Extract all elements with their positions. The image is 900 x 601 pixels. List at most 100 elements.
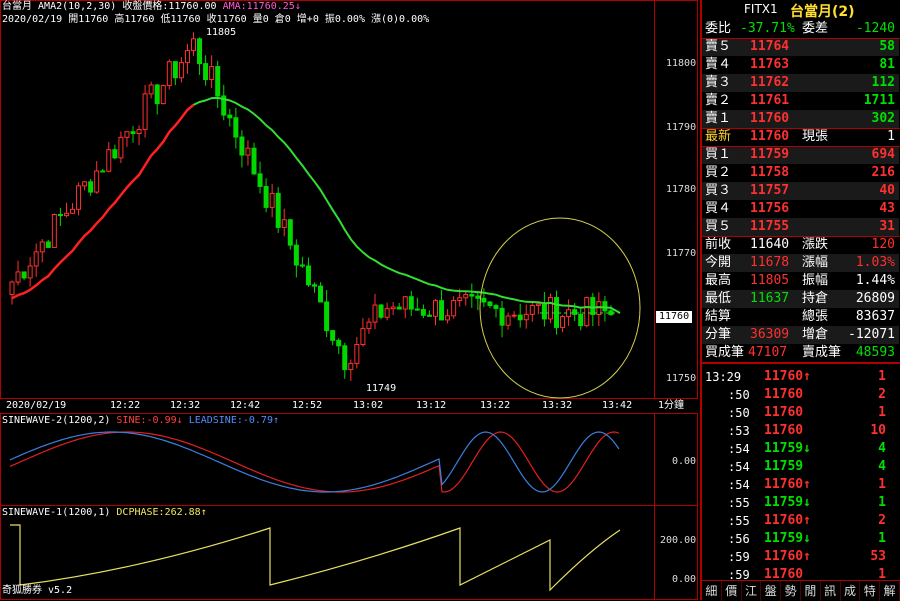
candle-body: [463, 294, 469, 299]
sine1-label: SINEWAVE-1(1200,1): [2, 507, 111, 518]
y-tick: 11750: [666, 373, 697, 384]
tick-volume: 53: [870, 549, 886, 564]
close-label: 收盤價格:11760.00: [122, 1, 217, 12]
row-price: 11761: [750, 93, 790, 108]
stats-row: 前收 11640 漲跌 120: [702, 236, 899, 254]
buy-count-label: 買成筆: [705, 345, 745, 360]
stat-value: 26809: [855, 291, 895, 306]
tick-volume: 10: [870, 423, 886, 438]
weibi-label: 委比: [705, 21, 732, 36]
bottom-tab[interactable]: 解: [880, 581, 900, 601]
candle-body: [554, 297, 559, 328]
row-price: 11763: [750, 57, 790, 72]
candle-body: [269, 192, 275, 208]
stat-value: 83637: [855, 309, 895, 324]
stat-label: 分筆: [705, 327, 732, 342]
bid-row: 買５ 11755 31: [702, 218, 899, 236]
row-price: 11759: [750, 147, 790, 162]
candle-body: [142, 93, 148, 131]
stats-row: 結算 總張 83637: [702, 308, 899, 326]
tick-row: :59 11760↑ 53: [702, 548, 900, 566]
bottom-tab[interactable]: 盤: [761, 581, 782, 601]
candle-body: [330, 330, 336, 341]
candle-body: [293, 244, 299, 266]
row-price: 11764: [750, 39, 790, 54]
chart-area: 台當月 AMA2(10,2,30) 收盤價格:11760.00 AMA:1176…: [0, 0, 698, 600]
row-price: 11762: [750, 75, 790, 90]
candle-body: [505, 315, 511, 326]
candle-body: [420, 309, 426, 316]
x-tick: 12:42: [230, 400, 261, 411]
candle-body: [172, 61, 178, 79]
price-frame: [0, 0, 655, 399]
tick-row: :50 11760 1: [702, 404, 900, 422]
tick-row: :54 11759↓ 4: [702, 440, 900, 458]
contract-code: FITX1: [744, 2, 778, 16]
tick-price: 11760↑: [764, 513, 811, 528]
candle-body: [439, 300, 445, 321]
tick-price: 11759↓: [764, 495, 811, 510]
candle-body: [215, 66, 221, 97]
stat-value: 36309: [750, 327, 790, 342]
bottom-tab[interactable]: 訊: [821, 581, 841, 601]
row-price: 11755: [750, 219, 790, 234]
bottom-tab[interactable]: 特: [860, 581, 881, 601]
y-tick: 11780: [666, 184, 697, 195]
candle-body: [251, 147, 257, 175]
row-label: 買２: [705, 165, 732, 180]
period-button[interactable]: 1分鐘: [658, 400, 684, 412]
candle-body: [408, 296, 414, 310]
buy-count-value: 47107: [748, 345, 788, 360]
tick-time: :54: [728, 478, 750, 492]
candle-body: [112, 149, 118, 159]
candle-body: [197, 38, 203, 65]
candle-body: [360, 328, 366, 345]
candle-body: [318, 285, 324, 303]
tick-price: 11760↑: [764, 549, 811, 564]
cur-vol-value: 1: [887, 129, 895, 144]
bottom-tab[interactable]: 細: [702, 581, 722, 601]
ohlc-line: 2020/02/19 開11760 高11760 低11760 收11760 量…: [2, 14, 430, 25]
bottom-tab[interactable]: 閒: [801, 581, 821, 601]
tick-volume: 2: [878, 387, 886, 402]
tick-price: 11760↑: [764, 477, 811, 492]
row-label: 賣３: [705, 75, 732, 90]
row-volume: 216: [871, 165, 895, 180]
bottom-tab[interactable]: 價: [722, 581, 742, 601]
row-volume: 31: [879, 219, 895, 234]
stat-label: 前收: [705, 237, 732, 252]
symbol-label: 台當月: [2, 1, 32, 12]
stat-value: 1.03%: [855, 255, 895, 270]
leadsine-value: LEADSINE:-0.79: [188, 415, 273, 426]
candle-body: [233, 117, 239, 138]
candle-body: [469, 294, 475, 297]
tick-list[interactable]: 13:29 11760↑ 1:50 11760 2:50 11760 1:53 11760 10…: [702, 363, 900, 582]
candle-body: [33, 251, 39, 267]
tick-time: 13:29: [705, 370, 742, 384]
bottom-tab[interactable]: 江: [742, 581, 762, 601]
cur-vol-label: 現張: [802, 129, 829, 144]
row-volume: 302: [871, 111, 895, 126]
row-divider: [702, 128, 900, 129]
high-label: 11805: [206, 27, 237, 38]
candle-body: [257, 173, 263, 187]
bottom-tab[interactable]: 勢: [781, 581, 801, 601]
candle-body: [209, 66, 215, 81]
candle-body: [402, 296, 408, 310]
x-tick: 13:22: [480, 400, 511, 411]
row-label: 最新: [705, 129, 732, 144]
candle-body: [511, 314, 517, 317]
stat-value: 11637: [750, 291, 790, 306]
bottom-tab[interactable]: 成: [841, 581, 861, 601]
candle-body: [336, 339, 342, 347]
candle-body: [227, 114, 233, 119]
sine1-y-tick-top: 200.00: [660, 535, 697, 546]
candle-body: [63, 212, 69, 217]
candle-body: [148, 84, 154, 95]
tick-time: :55: [728, 496, 750, 510]
sell-count-label: 賣成筆: [802, 345, 842, 360]
candle-body: [342, 345, 348, 371]
stats-row: 最高 11805 振幅 1.44%: [702, 272, 899, 290]
candle-body: [584, 297, 590, 327]
candle-body: [45, 241, 51, 248]
